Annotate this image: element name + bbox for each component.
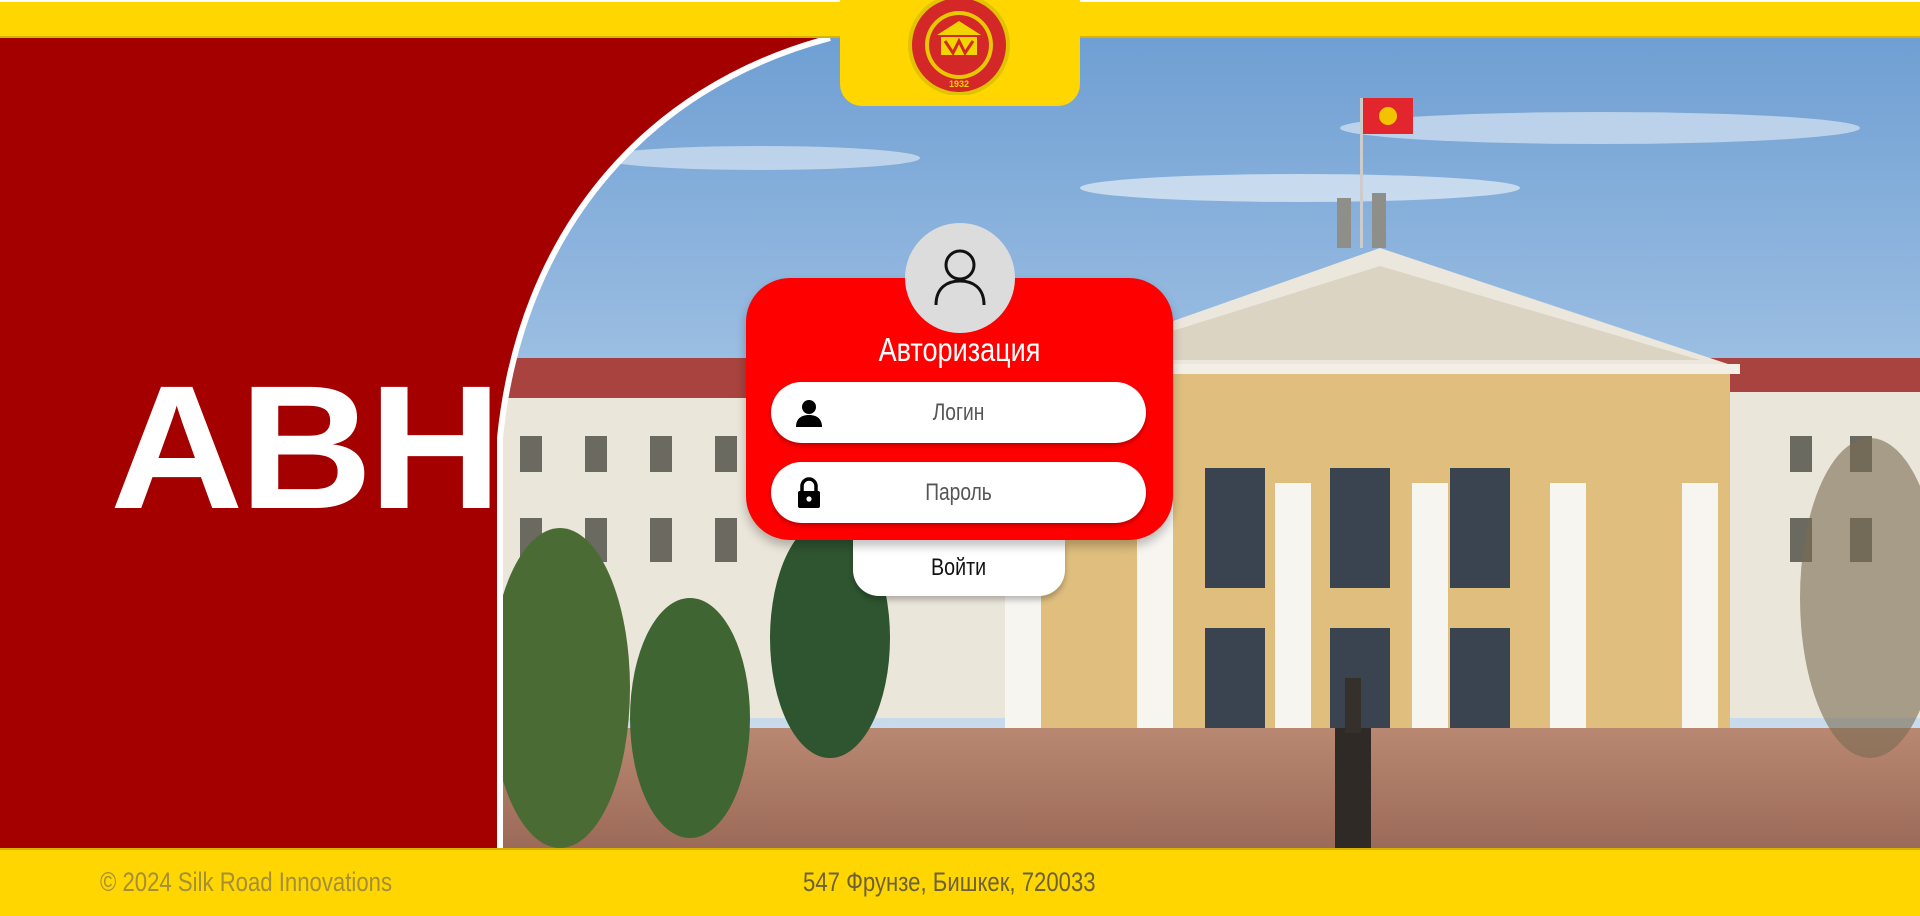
avatar <box>905 223 1015 333</box>
university-seal-logo[interactable]: 1932 <box>903 0 1015 96</box>
brand-title: АВН <box>110 350 502 546</box>
copyright-text: © 2024 Silk Road Innovations <box>100 867 393 897</box>
password-input[interactable]: Пароль <box>809 479 1109 507</box>
password-field[interactable]: Пароль <box>771 462 1146 523</box>
login-field[interactable]: Логин <box>771 382 1146 443</box>
submit-button[interactable]: Войти <box>853 540 1065 596</box>
user-avatar-icon <box>934 249 986 306</box>
footer: © 2024 Silk Road Innovations 547 Фрунзе,… <box>0 848 1920 916</box>
card-title: Авторизация <box>878 331 1041 368</box>
address-text: 547 Фрунзе, Бишкек, 720033 <box>803 867 1096 897</box>
logo-year: 1932 <box>949 79 969 89</box>
login-input[interactable]: Логин <box>809 399 1109 427</box>
submit-label: Войти <box>931 554 987 581</box>
